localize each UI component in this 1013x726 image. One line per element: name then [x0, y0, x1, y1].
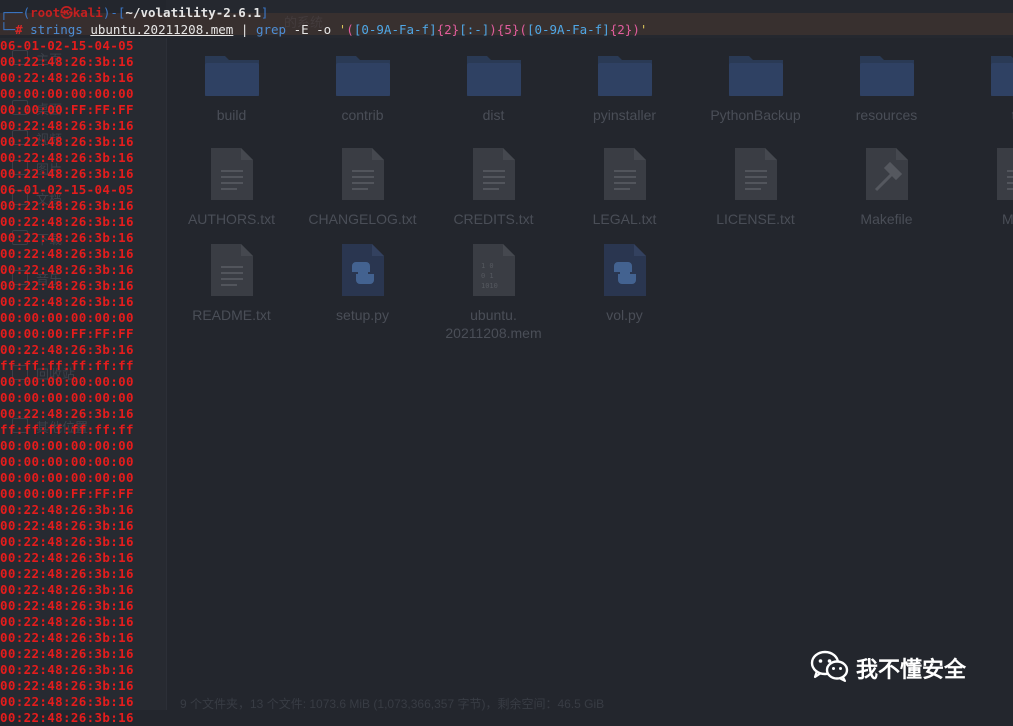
sidebar-item-label: 下载: [36, 229, 62, 248]
sidebar-item-music[interactable]: 音乐: [12, 268, 152, 286]
status-text: 9 个文件夹，13 个文件: 1073.6 MiB (1,073,366,357…: [180, 695, 604, 712]
file-item-name: Makefile: [821, 210, 952, 228]
sidebar-item-home[interactable]: 主页: [12, 48, 152, 66]
video-icon: [12, 130, 28, 145]
makefile-icon: [864, 146, 910, 202]
file-item-name: to: [952, 106, 1013, 124]
sidebar-item-label: 桌面: [36, 99, 62, 118]
home-icon: [12, 50, 28, 65]
file-item[interactable]: MAN: [952, 146, 1013, 246]
file-item[interactable]: dist: [428, 50, 559, 150]
text-file-icon: [995, 146, 1013, 202]
file-item[interactable]: AUTHORS.txt: [166, 146, 297, 246]
file-item[interactable]: PythonBackup: [690, 50, 821, 150]
file-item[interactable]: build: [166, 50, 297, 150]
download-icon: [12, 230, 28, 245]
file-item[interactable]: setup.py: [297, 242, 428, 342]
text-file-icon: [209, 242, 255, 298]
file-item[interactable]: contrib: [297, 50, 428, 150]
document-icon: [12, 190, 28, 205]
file-grid: buildcontribdistpyinstallerPythonBackupr…: [166, 38, 1013, 688]
file-item-name: vol.py: [559, 306, 690, 324]
folder-icon: [465, 50, 523, 98]
python-file-icon: [602, 242, 648, 298]
sidebar-item-documents[interactable]: 文档: [12, 188, 152, 206]
file-item[interactable]: 1 0 0 1 1010 ubuntu. 20211208.mem: [428, 242, 559, 342]
file-item-name: AUTHORS.txt: [166, 210, 297, 228]
music-icon: [12, 270, 28, 285]
picture-icon: [12, 160, 28, 175]
file-item-name: ubuntu. 20211208.mem: [428, 306, 559, 342]
svg-text:0 1: 0 1: [481, 272, 494, 280]
sidebar-item-downloads[interactable]: 下载: [12, 228, 152, 246]
watermark: 我不懂安全: [810, 648, 1000, 684]
watermark-text: 我不懂安全: [856, 652, 966, 684]
file-item[interactable]: LEGAL.txt: [559, 146, 690, 246]
sidebar-item-label: 其他位置: [36, 417, 88, 436]
sidebar-item-label: 文档: [36, 189, 62, 208]
sidebar-item-label: 主页: [36, 49, 62, 68]
file-item-name: LICENSE.txt: [690, 210, 821, 228]
text-file-icon: [471, 146, 517, 202]
file-item-name: MAN: [952, 210, 1013, 228]
file-item-name: pyinstaller: [559, 106, 690, 124]
sidebar-item-label: 视频: [36, 129, 62, 148]
file-item[interactable]: resources: [821, 50, 952, 150]
sidebar-item-pictures[interactable]: 图片: [12, 158, 152, 176]
sidebar-item-label: 音乐: [36, 269, 62, 288]
sidebar-item-trash[interactable]: 回收站: [12, 363, 152, 381]
trash-icon: [12, 365, 28, 380]
folder-icon: [858, 50, 916, 98]
svg-text:1 0: 1 0: [481, 262, 494, 270]
svg-text:1010: 1010: [481, 282, 498, 290]
text-file-icon: [733, 146, 779, 202]
text-file-icon: [209, 146, 255, 202]
python-file-icon: [340, 242, 386, 298]
plus-icon: [12, 418, 28, 433]
file-item-name: dist: [428, 106, 559, 124]
file-item-name: CHANGELOG.txt: [297, 210, 428, 228]
folder-icon: [203, 50, 261, 98]
file-item[interactable]: README.txt: [166, 242, 297, 342]
file-item[interactable]: LICENSE.txt: [690, 146, 821, 246]
file-item[interactable]: pyinstaller: [559, 50, 690, 150]
file-item-name: build: [166, 106, 297, 124]
file-manager-window: 的系统 主页 桌面 视频 图片 文档 下载 音乐 回收站 其他位置 buildc…: [0, 0, 1013, 710]
folder-icon: [989, 50, 1013, 98]
desktop-icon: [12, 100, 28, 115]
file-item-name: contrib: [297, 106, 428, 124]
file-item[interactable]: CREDITS.txt: [428, 146, 559, 246]
text-file-icon: [340, 146, 386, 202]
sidebar-item-label: 回收站: [36, 364, 75, 383]
header-location-text: 的系统: [284, 12, 323, 31]
file-item[interactable]: Makefile: [821, 146, 952, 246]
folder-icon: [727, 50, 785, 98]
wechat-icon: [810, 650, 850, 682]
sidebar-item-other-locations[interactable]: 其他位置: [12, 416, 152, 434]
text-file-icon: [602, 146, 648, 202]
sidebar-item-videos[interactable]: 视频: [12, 128, 152, 146]
file-item[interactable]: vol.py: [559, 242, 690, 342]
output-line: 00:22:48:26:3b:16: [0, 710, 134, 726]
folder-icon: [334, 50, 392, 98]
sidebar-item-desktop[interactable]: 桌面: [12, 98, 152, 116]
file-item[interactable]: to: [952, 50, 1013, 150]
status-bar: 9 个文件夹，13 个文件: 1073.6 MiB (1,073,366,357…: [166, 694, 1013, 710]
file-item[interactable]: CHANGELOG.txt: [297, 146, 428, 246]
file-item-name: README.txt: [166, 306, 297, 324]
binary-file-icon: 1 0 0 1 1010: [471, 242, 517, 298]
file-item-name: CREDITS.txt: [428, 210, 559, 228]
file-manager-sidebar: 主页 桌面 视频 图片 文档 下载 音乐 回收站 其他位置: [0, 38, 167, 710]
file-item-name: PythonBackup: [690, 106, 821, 124]
folder-icon: [596, 50, 654, 98]
file-manager-header: 的系统: [166, 0, 1013, 38]
file-item-name: resources: [821, 106, 952, 124]
file-item-name: setup.py: [297, 306, 428, 324]
file-item-name: LEGAL.txt: [559, 210, 690, 228]
sidebar-item-label: 图片: [36, 159, 62, 178]
